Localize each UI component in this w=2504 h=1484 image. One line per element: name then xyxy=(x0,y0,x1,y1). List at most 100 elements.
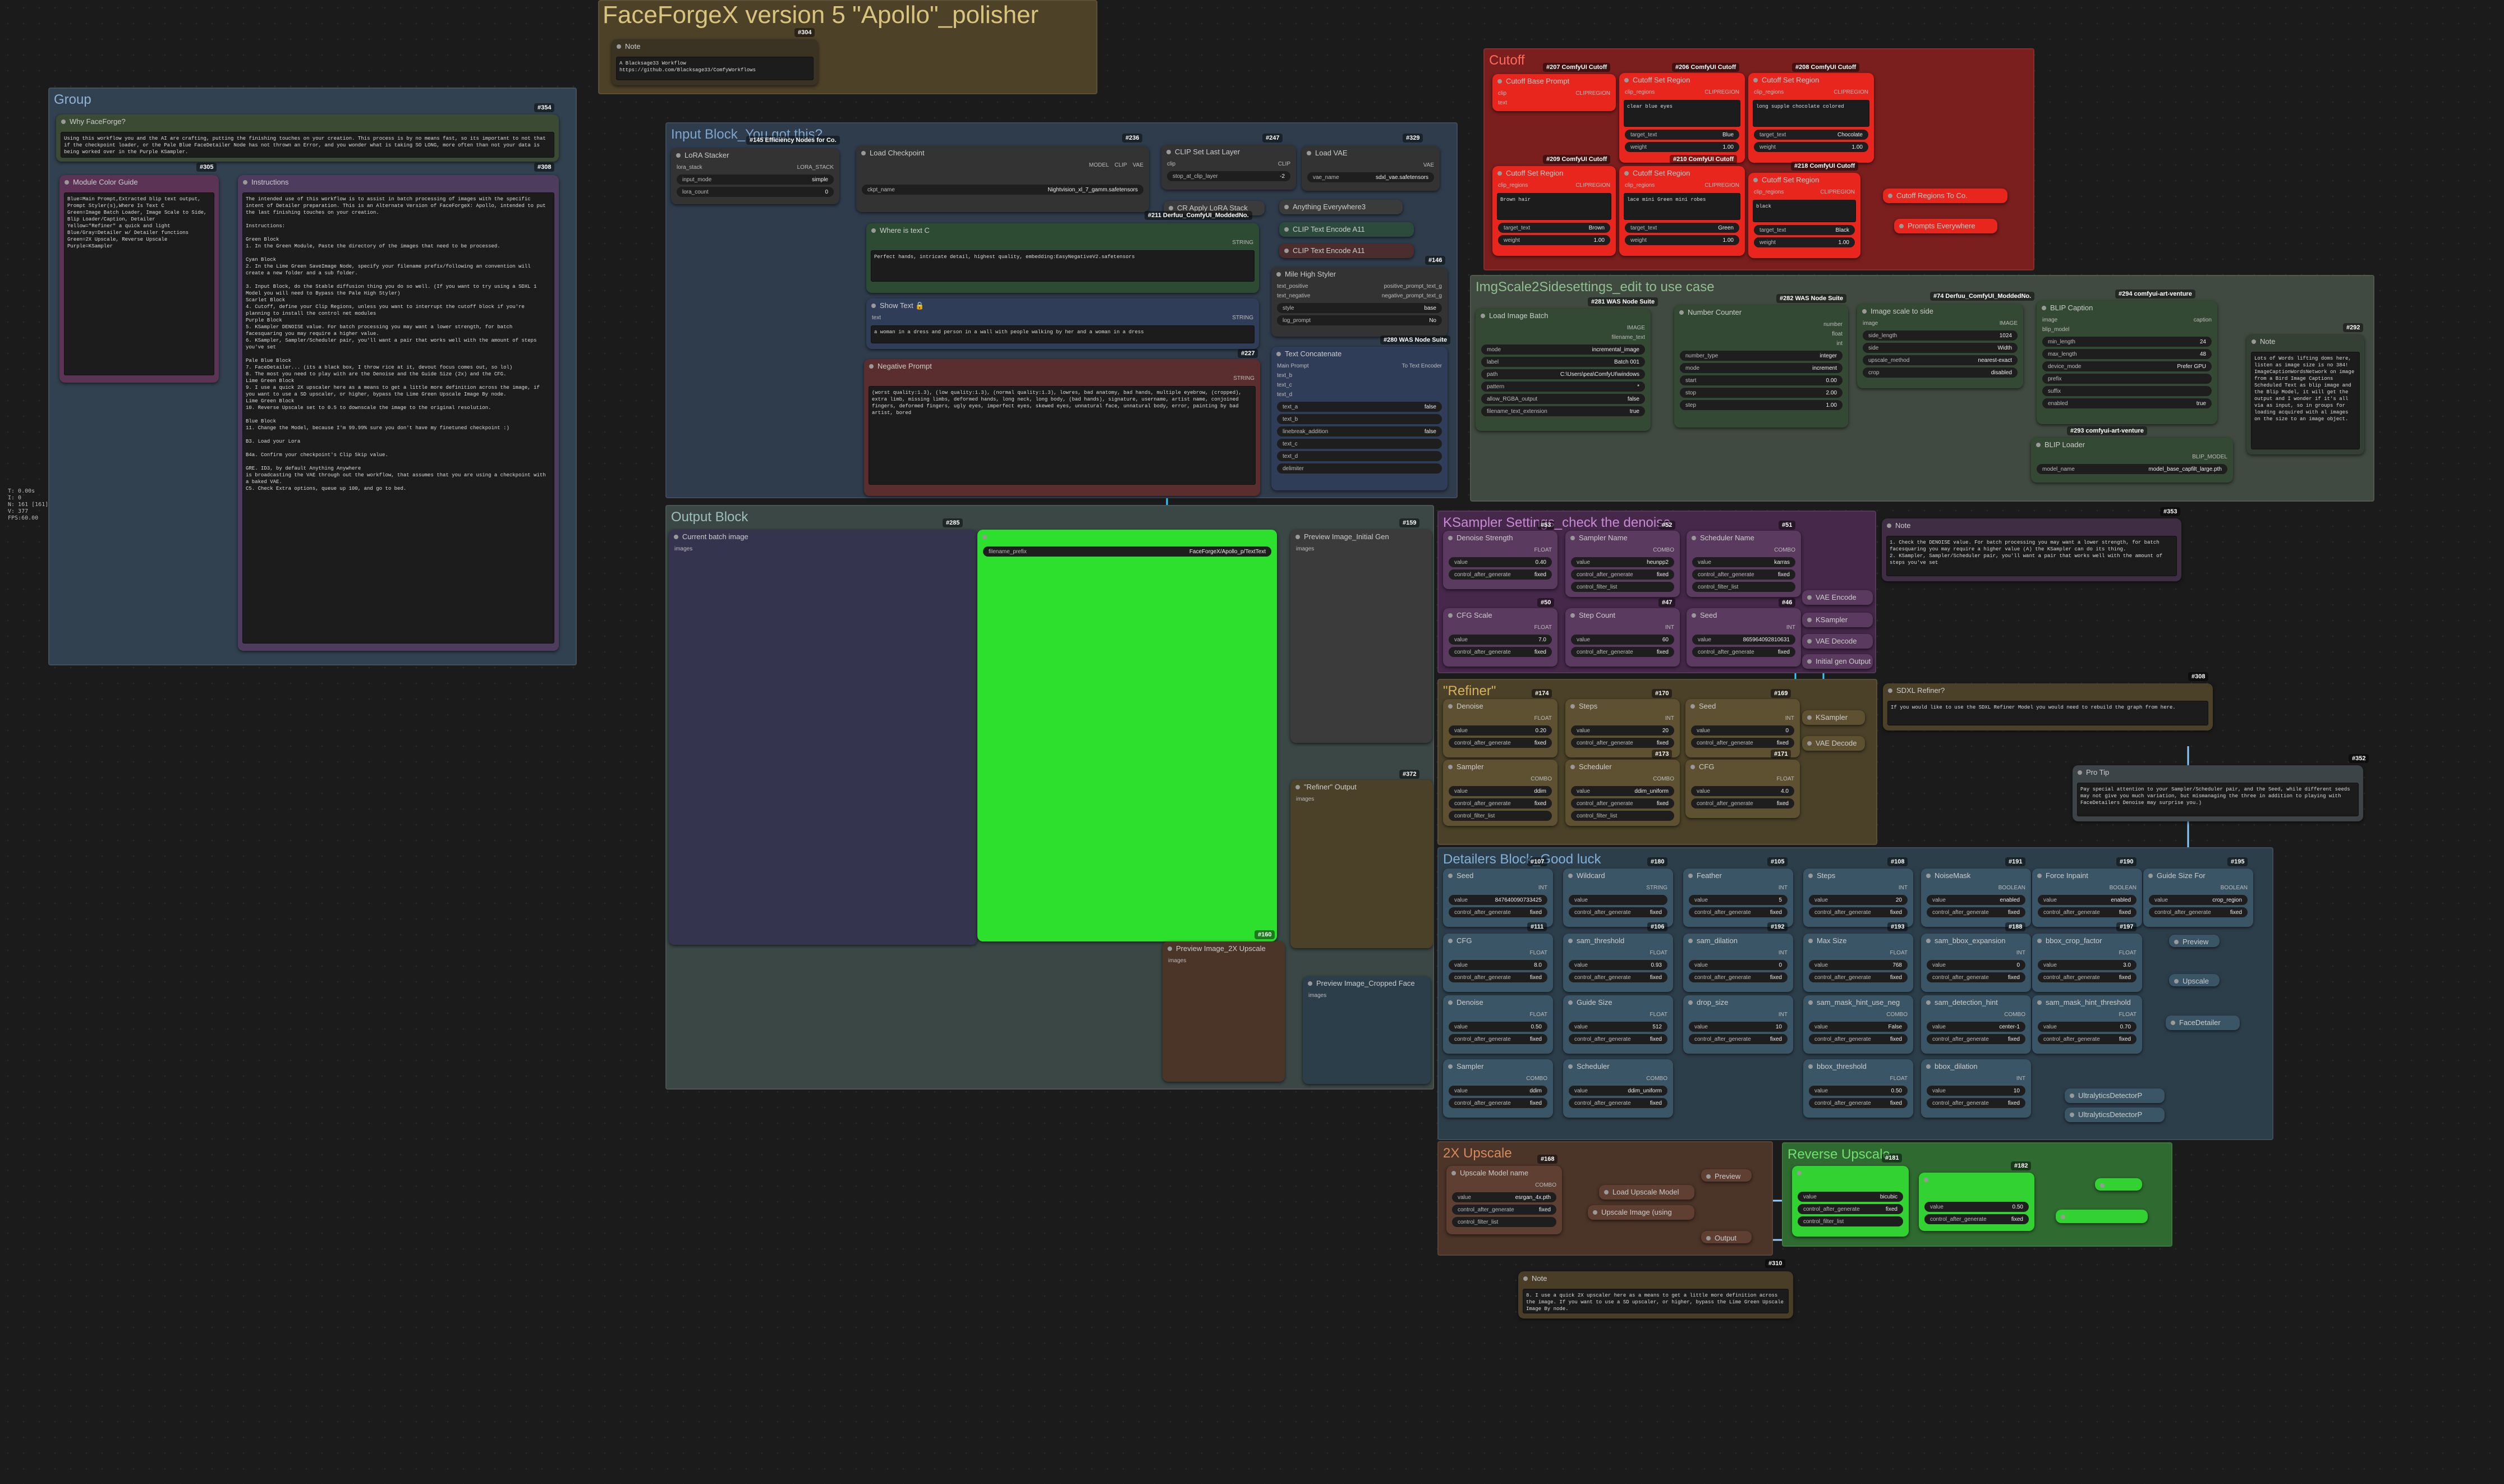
widget-value[interactable]: value crop_region xyxy=(2149,895,2248,905)
port-output[interactable]: FLOAT xyxy=(1530,950,1547,956)
region-text[interactable]: Brown hair xyxy=(1497,193,1611,220)
node-step-count[interactable]: Step Count INT value 60 control_after_gen… xyxy=(1565,608,1680,667)
collapse-dot-icon[interactable] xyxy=(1497,79,1502,84)
node-refiner-seed[interactable]: Seed INT value 0 control_after_generate fi… xyxy=(1685,699,1800,757)
widget-style[interactable]: style base xyxy=(1277,303,1442,313)
collapse-dot-icon[interactable] xyxy=(1807,595,1812,600)
widget-control[interactable]: control_after_generate fixed xyxy=(1689,907,1788,917)
widget-min-length[interactable]: min_length 24 xyxy=(2042,337,2212,347)
widget-value[interactable]: value 4.0 xyxy=(1691,786,1794,796)
port-images[interactable]: images xyxy=(1296,796,1314,802)
collapse-dot-icon[interactable] xyxy=(2171,1021,2175,1025)
port-input[interactable]: image xyxy=(1863,320,1878,327)
node-refiner-denoise[interactable]: Denoise FLOAT value 0.20 control_after_ge… xyxy=(1443,699,1557,757)
widget-vae-name[interactable]: vae_name sdxl_vae.safetensors xyxy=(1307,172,1434,182)
node-detailer-guide-size-for[interactable]: Guide Size For BOOLEAN value crop_region con… xyxy=(2143,869,2253,927)
node-refiner-scheduler[interactable]: Scheduler COMBO value ddim_uniform contro… xyxy=(1565,760,1680,826)
collapse-dot-icon[interactable] xyxy=(2037,939,2042,943)
widget-value[interactable]: value 3.0 xyxy=(2038,960,2137,970)
widget-value[interactable]: value bicubic xyxy=(1798,1192,1903,1202)
widget-filter[interactable]: control_filter_list xyxy=(1798,1216,1903,1226)
port-output[interactable]: FLOAT xyxy=(1650,1012,1667,1018)
node-detailer-bbox-threshold[interactable]: bbox_threshold FLOAT value 0.50 control_afte… xyxy=(1803,1059,1913,1118)
node-refiner-vae-decode[interactable]: VAE Decode xyxy=(1802,736,1865,751)
node-sdxl-refiner-note[interactable]: SDXL Refiner? If you would like to use t… xyxy=(1883,683,2213,730)
widget-model-name[interactable]: model_name model_base_capfilt_large.pth xyxy=(2037,464,2227,474)
widget-control[interactable]: control_after_generate fixed xyxy=(1449,1098,1547,1108)
port-output[interactable]: COMBO xyxy=(1774,547,1795,553)
collapse-dot-icon[interactable] xyxy=(1807,741,1812,746)
node-detailer-force-inpaint[interactable]: Force Inpaint BOOLEAN value enabled control_… xyxy=(2032,869,2142,927)
port-output[interactable]: FLOAT xyxy=(2119,1012,2137,1018)
collapse-dot-icon[interactable] xyxy=(243,180,247,185)
widget-number-type[interactable]: number_type integer xyxy=(1680,351,1843,361)
port-output[interactable]: STRING xyxy=(1232,315,1253,321)
widget-value[interactable]: value 10 xyxy=(1927,1086,2025,1096)
widget-device-mode[interactable]: device_mode Prefer GPU xyxy=(2042,361,2212,371)
widget-allow-rgba[interactable]: allow_RGBA_output false xyxy=(1481,394,1645,404)
port-output[interactable]: INT xyxy=(1779,950,1788,956)
widget-value[interactable]: value ddim_uniform xyxy=(1571,786,1674,796)
collapse-dot-icon[interactable] xyxy=(1926,874,1931,878)
widget-text-b[interactable]: text_b xyxy=(1277,414,1442,424)
collapse-dot-icon[interactable] xyxy=(1169,206,1173,210)
collapse-dot-icon[interactable] xyxy=(1497,171,1502,176)
widget-control[interactable]: control_after_generate fixed xyxy=(1809,1098,1908,1108)
widget-control[interactable]: control_after_generate fixed xyxy=(1569,1034,1667,1044)
collapse-dot-icon[interactable] xyxy=(1624,171,1629,176)
node-graph-canvas[interactable]: FaceForgeX version 5 "Apollo"_polisher G… xyxy=(0,0,2504,1484)
collapse-dot-icon[interactable] xyxy=(676,153,681,158)
port-output[interactable]: INT xyxy=(2016,950,2025,956)
widget-value[interactable]: value center-1 xyxy=(1927,1022,2025,1032)
port-input[interactable]: image xyxy=(2042,317,2057,323)
widget-filter[interactable]: control_filter_list xyxy=(1449,811,1552,821)
widget-upscale-method[interactable]: upscale_method nearest-exact xyxy=(1863,355,2018,365)
region-text[interactable]: lace mini Green mini robes xyxy=(1624,193,1740,220)
collapse-dot-icon[interactable] xyxy=(2078,770,2082,775)
port-input[interactable]: clip xyxy=(1167,161,1175,167)
widget-value[interactable]: value xyxy=(1569,895,1667,905)
widget-step[interactable]: step 1.00 xyxy=(1680,400,1843,410)
widget-value[interactable]: value 865964092810631 xyxy=(1692,635,1795,645)
port-input[interactable]: blip_model xyxy=(2042,327,2069,333)
collapse-dot-icon[interactable] xyxy=(1808,874,1813,878)
node-cutoff-base-prompt[interactable]: Cutoff Base Prompt clip CLIPREGION text xyxy=(1492,74,1616,111)
collapse-dot-icon[interactable] xyxy=(1295,535,1300,539)
widget-control[interactable]: control_after_generate fixed xyxy=(1571,569,1674,580)
widget-pattern[interactable]: pattern * xyxy=(1481,382,1645,392)
collapse-dot-icon[interactable] xyxy=(2148,874,2153,878)
collapse-dot-icon[interactable] xyxy=(1807,618,1812,622)
collapse-dot-icon[interactable] xyxy=(1276,272,1281,277)
node-negative-prompt[interactable]: Negative Prompt STRING (worst quality:1.… xyxy=(864,359,1260,496)
widget-control[interactable]: control_after_generate fixed xyxy=(1571,647,1674,657)
port-output[interactable]: FLOAT xyxy=(1534,547,1552,553)
widget-value[interactable]: value karras xyxy=(1692,557,1795,567)
collapse-dot-icon[interactable] xyxy=(1862,309,1867,314)
widget-value[interactable]: value ddim xyxy=(1449,1086,1547,1096)
collapse-dot-icon[interactable] xyxy=(1276,352,1281,356)
widget-target-text[interactable]: target_text Black xyxy=(1754,225,1855,235)
widget-value[interactable]: value 847640090733425 xyxy=(1449,895,1547,905)
widget-linebreak[interactable]: linebreak_addition false xyxy=(1277,426,1442,437)
widget-control[interactable]: control_after_generate fixed xyxy=(1691,798,1794,808)
port-output[interactable]: CLIP xyxy=(1278,161,1290,167)
node-clip-text-encode-1[interactable]: CLIP Text Encode A11 xyxy=(1279,222,1414,237)
port-output[interactable]: INT xyxy=(2016,1076,2025,1082)
widget-value[interactable]: value 0.20 xyxy=(1449,725,1552,736)
collapse-dot-icon[interactable] xyxy=(2174,979,2179,984)
widget-value[interactable]: value enabled xyxy=(2038,895,2137,905)
region-text[interactable]: clear blue eyes xyxy=(1624,100,1740,127)
node-detailer-steps[interactable]: Steps INT value 20 control_after_generate fix… xyxy=(1803,869,1913,927)
collapse-dot-icon[interactable] xyxy=(2070,1094,2074,1098)
port-output[interactable]: STRING xyxy=(1232,240,1253,246)
collapse-dot-icon[interactable] xyxy=(2036,443,2041,447)
collapse-dot-icon[interactable] xyxy=(1690,765,1695,769)
widget-value[interactable]: value 8.0 xyxy=(1449,960,1547,970)
widget-text-a[interactable]: text_a false xyxy=(1277,402,1442,412)
port-output[interactable]: COMBO xyxy=(1653,776,1674,782)
collapse-dot-icon[interactable] xyxy=(1926,1000,1931,1005)
widget-value[interactable]: value ddim xyxy=(1449,786,1552,796)
widget-control[interactable]: control_after_generate fixed xyxy=(2149,907,2248,917)
port-model[interactable]: MODEL xyxy=(1089,162,1109,168)
widget-control[interactable]: control_after_generate fixed xyxy=(1689,1034,1788,1044)
